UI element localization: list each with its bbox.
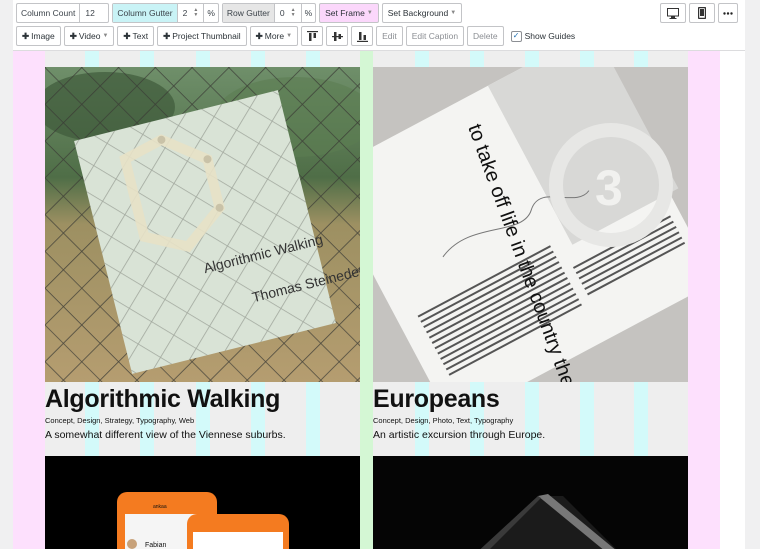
column-gutter-unit: % — [203, 4, 218, 22]
caret-down-icon: ▼ — [286, 33, 293, 39]
column-count-control: Column Count 12 — [16, 3, 110, 23]
content-actions-row: ✚ Image ✚ Video ▼ ✚ Text ✚ Project Thumbnail … — [16, 25, 575, 47]
mobile-view-button[interactable] — [689, 3, 715, 23]
edit-label: Edit — [382, 31, 397, 41]
dark-object-image — [373, 456, 688, 549]
magazine-page-number: 3 — [595, 160, 623, 216]
caret-down-icon: ▼ — [450, 10, 457, 16]
caret-down-icon: ▼ — [366, 10, 373, 16]
add-text-label: Text — [132, 31, 149, 41]
more-options-icon — [723, 11, 733, 15]
project-thumbnail-algorithmic-walking[interactable]: Algorithmic Walking Thomas Steineder — [45, 67, 360, 382]
add-video-label: Video — [78, 31, 101, 41]
app-brand-text: ankaa — [153, 504, 167, 510]
show-guides-label: Show Guides — [524, 31, 576, 41]
plus-icon: ✚ — [69, 30, 77, 41]
more-label: More — [264, 31, 285, 41]
plus-icon: ✚ — [163, 30, 171, 41]
show-guides-toggle[interactable]: ✓ Show Guides — [510, 30, 576, 42]
row-gutter-input[interactable]: 0 ▲ ▼ — [273, 4, 301, 22]
spinner-arrows-icon[interactable]: ▲ ▼ — [193, 8, 198, 18]
project-tags: Concept, Design, Photo, Text, Typography — [373, 416, 514, 425]
add-project-thumbnail-label: Project Thumbnail — [172, 31, 241, 41]
project-thumbnail-app-mockup[interactable]: ankaa Fabian — [45, 456, 360, 549]
grid-canvas: Algorithmic Walking Thomas Steineder Alg… — [13, 51, 720, 549]
edit-button[interactable]: Edit — [376, 26, 403, 46]
row-gutter-unit: % — [300, 4, 316, 22]
edit-caption-button[interactable]: Edit Caption — [405, 26, 465, 46]
row-gutter-value: 0 — [279, 8, 285, 18]
align-middle-button[interactable] — [326, 26, 349, 46]
right-panel-edge — [720, 51, 745, 549]
desktop-view-button[interactable] — [660, 3, 686, 23]
column-count-label: Column Count — [21, 8, 76, 18]
column-gutter-value: 2 — [182, 8, 188, 18]
mobile-icon — [698, 7, 706, 19]
set-background-label: Set Background — [387, 8, 449, 18]
margin-guide-left — [13, 51, 45, 549]
set-frame-label: Set Frame — [325, 8, 365, 18]
project-thumbnail-europeans[interactable]: to take off life in the country the depe… — [373, 67, 688, 382]
add-video-button[interactable]: ✚ Video ▼ — [63, 26, 115, 46]
margin-guide-right — [688, 51, 720, 549]
project-tags: Concept, Design, Strategy, Typography, W… — [45, 416, 195, 425]
add-text-button[interactable]: ✚ Text — [117, 26, 155, 46]
row-gutter-label: Row Gutter — [222, 4, 274, 22]
phone-mockup-image: ankaa Fabian — [45, 456, 360, 549]
view-switcher — [660, 3, 741, 23]
align-top-icon — [306, 30, 318, 41]
plus-icon: ✚ — [255, 30, 263, 41]
align-middle-icon — [331, 31, 343, 41]
delete-label: Delete — [473, 31, 498, 41]
add-image-button[interactable]: ✚ Image — [16, 26, 61, 46]
more-options-button[interactable] — [718, 3, 738, 23]
column-count-input[interactable]: 12 — [79, 4, 108, 22]
set-background-button[interactable]: Set Background ▼ — [381, 3, 463, 23]
set-frame-button[interactable]: Set Frame ▼ — [319, 3, 379, 23]
editor-toolbar: Column Count 12 Column Gutter 2 ▲ ▼ % Row … — [13, 0, 745, 51]
show-guides-checkbox[interactable]: ✓ — [510, 30, 522, 42]
project-title[interactable]: Europeans — [373, 385, 500, 414]
column-count-value: 12 — [85, 8, 95, 18]
project-thumbnail-dark-object[interactable] — [373, 456, 688, 549]
row-gutter-control: Row Gutter 0 ▲ ▼ % — [221, 3, 317, 23]
magazine-image: to take off life in the country the depe… — [373, 67, 688, 382]
add-project-thumbnail-button[interactable]: ✚ Project Thumbnail — [157, 26, 247, 46]
column-gutter-input[interactable]: 2 ▲ ▼ — [176, 4, 204, 22]
more-button[interactable]: ✚ More ▼ — [249, 26, 299, 46]
plus-icon: ✚ — [22, 30, 30, 41]
grid-settings-row: Column Count 12 Column Gutter 2 ▲ ▼ % Row … — [16, 2, 465, 24]
edit-caption-label: Edit Caption — [411, 31, 459, 41]
align-bottom-button[interactable] — [351, 26, 374, 46]
caret-down-icon: ▼ — [102, 33, 109, 39]
spinner-arrows-icon[interactable]: ▲ ▼ — [291, 8, 296, 18]
book-on-fence-image: Algorithmic Walking Thomas Steineder — [45, 67, 360, 382]
column-gutter-label: Column Gutter — [113, 4, 177, 22]
center-gutter-guide — [360, 51, 373, 549]
align-bottom-icon — [356, 31, 368, 42]
plus-icon: ✚ — [123, 30, 131, 41]
app-contact-name: Fabian — [145, 542, 167, 549]
project-description: An artistic excursion through Europe. — [373, 429, 546, 441]
desktop-icon — [667, 7, 679, 19]
align-top-button[interactable] — [301, 26, 324, 46]
delete-button[interactable]: Delete — [467, 26, 504, 46]
project-title[interactable]: Algorithmic Walking — [45, 385, 280, 414]
column-gutter-control: Column Gutter 2 ▲ ▼ % — [112, 3, 219, 23]
add-image-label: Image — [31, 31, 55, 41]
project-description: A somewhat different view of the Viennes… — [45, 429, 286, 441]
